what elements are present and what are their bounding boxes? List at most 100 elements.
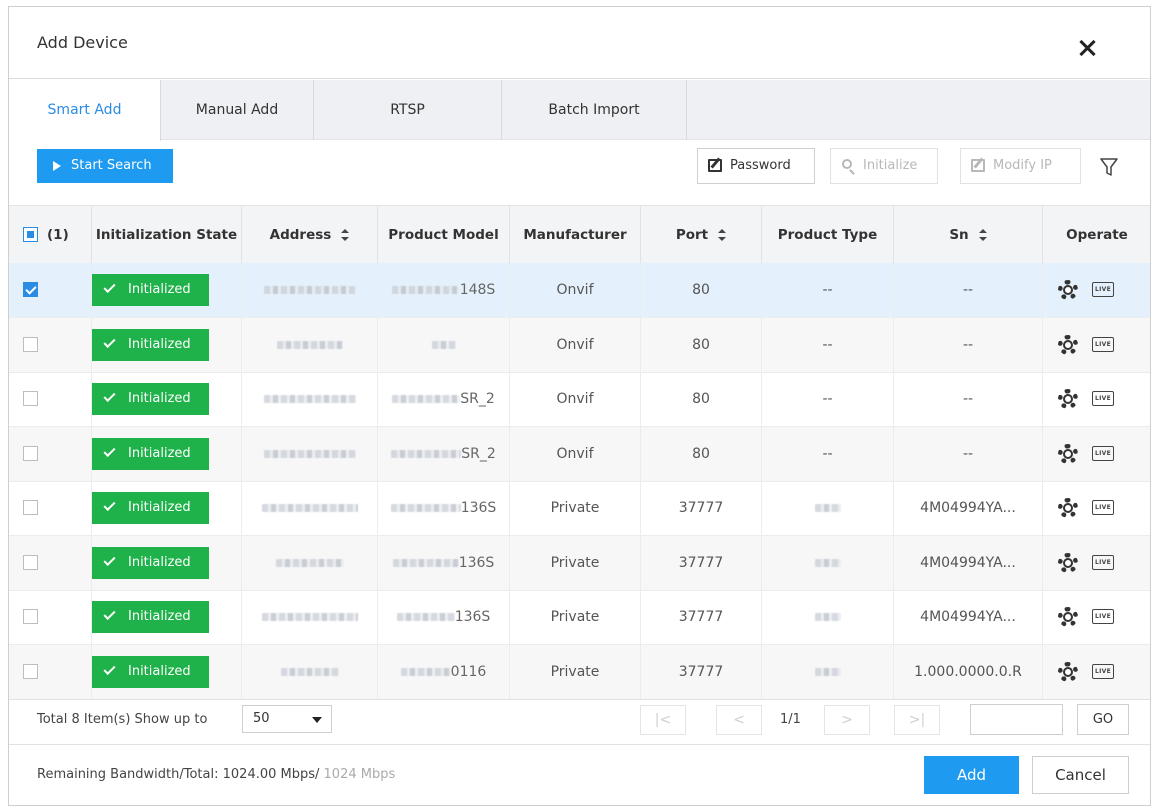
product-model-cell: SR_2 — [378, 426, 510, 482]
row-checkbox[interactable] — [23, 445, 38, 461]
redacted-type — [814, 667, 841, 676]
address-cell — [242, 317, 378, 373]
row-checkbox[interactable] — [23, 500, 38, 515]
product-model-cell: 136S — [378, 535, 510, 591]
header-init-state-label: Initialization State — [95, 227, 238, 243]
table-row[interactable]: Initialized SR_2 Onvif 80 -- -- LIVE — [9, 426, 1150, 482]
status-label: Initialized — [128, 282, 191, 297]
status-label: Initialized — [128, 445, 191, 461]
tab-manual-add[interactable]: Manual Add — [161, 80, 314, 140]
page-number-input[interactable] — [970, 704, 1063, 735]
row-checkbox[interactable] — [23, 554, 38, 570]
next-page-button[interactable]: > — [824, 705, 870, 735]
init-state-cell: Initialized — [92, 590, 242, 645]
table-row[interactable]: Initialized 136S Private 37777 4M04994YA... L… — [9, 590, 1150, 645]
gear-icon[interactable] — [1058, 498, 1078, 518]
gear-icon[interactable] — [1058, 607, 1078, 627]
live-icon[interactable]: LIVE — [1092, 554, 1114, 570]
first-page-button[interactable]: |< — [640, 705, 686, 735]
manufacturer-cell: Onvif — [510, 317, 641, 373]
row-checkbox[interactable] — [23, 391, 38, 406]
header-product-model[interactable]: Product Model — [378, 206, 510, 264]
header-operate-label: Operate — [1066, 227, 1128, 243]
header-port-label: Port — [675, 227, 709, 243]
edit-icon — [971, 159, 985, 172]
page-size-value: 50 — [253, 711, 270, 726]
row-checkbox[interactable] — [23, 663, 38, 679]
table-row[interactable]: Initialized 136S Private 37777 4M04994YA... L… — [9, 535, 1150, 591]
header-product-type[interactable]: Product Type — [762, 206, 894, 264]
header-sn-label: Sn — [949, 227, 969, 243]
gear-icon[interactable] — [1058, 280, 1078, 300]
port-cell: 37777 — [641, 535, 762, 591]
table-row[interactable]: Initialized SR_2 Onvif 80 -- -- LIVE — [9, 372, 1150, 427]
model-suffix: 136S — [454, 609, 491, 625]
status-label: Initialized — [128, 336, 191, 352]
table-row[interactable]: Initialized 0116 Private 37777 1.000.0000.0.… — [9, 644, 1150, 700]
live-icon[interactable]: LIVE — [1092, 282, 1114, 297]
page-size-select[interactable]: 50 — [242, 705, 332, 733]
header-sn[interactable]: Sn — [894, 206, 1043, 264]
manufacturer-value: Onvif — [556, 336, 594, 353]
go-button[interactable]: GO — [1077, 704, 1129, 735]
tab-batch-import[interactable]: Batch Import — [502, 80, 687, 140]
header-manufacturer[interactable]: Manufacturer — [510, 206, 641, 264]
header-address[interactable]: Address — [242, 206, 378, 264]
tab-smart-add[interactable]: Smart Add — [9, 80, 161, 141]
table-row[interactable]: Initialized 148S Onvif 80 -- -- LIVE — [9, 263, 1150, 318]
table-row[interactable]: Initialized 136S Private 37777 4M04994YA... L… — [9, 481, 1150, 536]
init-state-cell: Initialized — [92, 372, 242, 427]
password-label: Password — [730, 158, 791, 173]
header-port[interactable]: Port — [641, 206, 762, 264]
prev-page-button[interactable]: < — [716, 705, 762, 735]
select-cell — [9, 535, 92, 591]
add-button[interactable]: Add — [924, 756, 1019, 794]
play-icon — [53, 161, 61, 171]
live-icon[interactable]: LIVE — [1092, 445, 1114, 461]
manufacturer-cell: Private — [510, 644, 641, 700]
redacted-model — [391, 286, 460, 294]
last-page-button[interactable]: >| — [894, 705, 940, 735]
row-checkbox[interactable] — [23, 336, 38, 352]
gear-icon[interactable] — [1058, 443, 1078, 464]
gear-icon[interactable] — [1058, 389, 1078, 409]
gear-icon[interactable] — [1058, 661, 1078, 682]
table-row[interactable]: Initialized Onvif 80 -- -- LIVE — [9, 317, 1150, 373]
live-icon[interactable]: LIVE — [1092, 609, 1114, 624]
address-cell — [242, 590, 378, 645]
modify-ip-button[interactable]: Modify IP — [960, 148, 1081, 184]
sn-cell: -- — [894, 317, 1043, 373]
operate-cell: LIVE — [1043, 481, 1140, 536]
live-icon[interactable]: LIVE — [1092, 500, 1114, 515]
tab-rtsp[interactable]: RTSP — [314, 80, 502, 140]
product-model-cell: SR_2 — [378, 372, 510, 427]
live-icon[interactable]: LIVE — [1092, 336, 1114, 352]
select-all-checkbox[interactable] — [23, 227, 38, 242]
pagination-bar: Total 8 Item(s) Show up to 50 |< < 1/1 >… — [9, 699, 1150, 744]
port-value: 80 — [692, 282, 710, 298]
status-badge: Initialized — [92, 437, 209, 470]
row-checkbox[interactable] — [23, 282, 38, 297]
row-checkbox[interactable] — [23, 609, 38, 624]
live-icon[interactable]: LIVE — [1092, 391, 1114, 406]
manufacturer-value: Onvif — [556, 445, 594, 462]
live-icon[interactable]: LIVE — [1092, 663, 1114, 679]
initialize-button[interactable]: Initialize — [830, 148, 938, 184]
table-header: (1) Initialization State Address Product… — [9, 205, 1150, 264]
close-icon[interactable] — [1076, 37, 1098, 59]
gear-icon[interactable] — [1058, 552, 1078, 573]
select-cell — [9, 481, 92, 536]
port-value: 37777 — [678, 500, 724, 516]
password-button[interactable]: Password — [697, 148, 815, 184]
product-type-value: -- — [822, 391, 833, 407]
status-label: Initialized — [128, 609, 191, 624]
start-search-button[interactable]: Start Search — [37, 149, 173, 183]
redacted-model — [400, 667, 451, 676]
cancel-button[interactable]: Cancel — [1032, 756, 1129, 794]
header-init-state[interactable]: Initialization State — [92, 206, 242, 264]
port-value: 37777 — [678, 663, 724, 680]
manufacturer-cell: Private — [510, 535, 641, 591]
product-type-cell — [762, 644, 894, 700]
gear-icon[interactable] — [1058, 334, 1078, 355]
filter-icon[interactable] — [1100, 157, 1118, 177]
